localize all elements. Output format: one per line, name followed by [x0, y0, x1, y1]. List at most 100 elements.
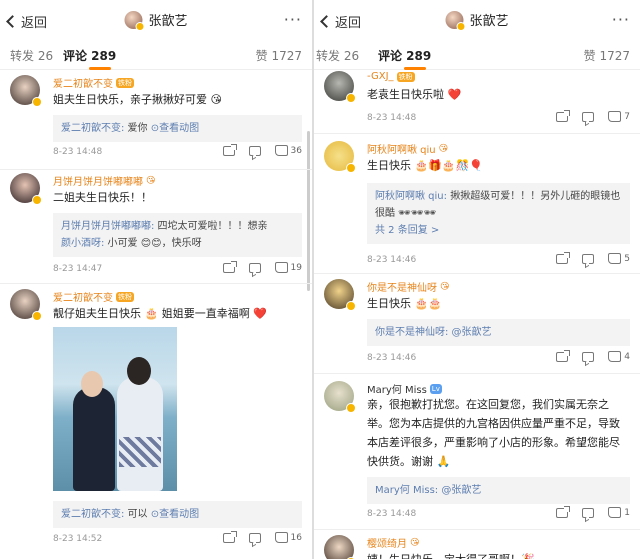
- comment-icon[interactable]: [248, 532, 261, 543]
- share-icon[interactable]: [556, 251, 571, 264]
- comment-list[interactable]: -GXJ_ 铁粉 老袁生日快乐啦 ❤️ 8-23 14:48 7 阿秋阿啊啾 qi…: [314, 71, 640, 559]
- comment-time: 8-23 14:48: [367, 509, 417, 519]
- reply-box[interactable]: 阿秋阿啊啾 qiu: 揪揪超级可爱！！！另外儿砸的眼镜也很酷 🕶🕶🕶 共 2 条…: [367, 183, 630, 244]
- reply-box[interactable]: 月饼月饼月饼嘟嘟嘟: 四坨太可爱啦！！！想亲 颜小酒呀: 小可爱 😊😊，快乐呀: [53, 213, 302, 257]
- emoji-badge: 😘: [440, 281, 450, 292]
- back-button[interactable]: 返回: [6, 12, 47, 31]
- comment-photo[interactable]: [53, 327, 177, 491]
- tab-comment[interactable]: 评论 289: [378, 47, 431, 70]
- back-button[interactable]: 返回: [320, 12, 361, 31]
- share-icon[interactable]: [222, 530, 237, 543]
- comment-text: 亲，很抱歉打扰您。在这回复您，我们实属无奈之举。您为本店提供的九宫格因供应量严重…: [367, 398, 620, 468]
- comment-actions: 19: [222, 260, 302, 273]
- thumb-up-icon: [274, 532, 288, 543]
- reply-box[interactable]: 你是不是神仙呀: @张歆艺: [367, 319, 630, 346]
- share-icon[interactable]: [556, 505, 571, 518]
- comment-actions: 36: [222, 143, 302, 156]
- comment-author[interactable]: 樱颂绮月 😘: [367, 535, 419, 551]
- comment-text: 老袁生日快乐啦 ❤️: [367, 88, 462, 101]
- view-gif-link[interactable]: ⊙查看动图: [151, 123, 199, 134]
- comment-time: 8-23 14:52: [53, 534, 103, 544]
- thumb-up-icon: [608, 253, 622, 264]
- tab-bar: 转发 26 评论 289 赞 1727: [0, 42, 312, 70]
- view-gif-link[interactable]: ⊙查看动图: [151, 509, 199, 520]
- post-author[interactable]: 张歆艺: [445, 10, 509, 31]
- share-icon[interactable]: [222, 143, 237, 156]
- tab-comment[interactable]: 评论 289: [63, 47, 116, 70]
- avatar[interactable]: [324, 141, 356, 173]
- comment-actions: 1: [556, 505, 630, 518]
- verified-icon: [346, 163, 356, 173]
- avatar[interactable]: [10, 75, 42, 107]
- comment-icon[interactable]: [582, 253, 595, 264]
- tab-like[interactable]: 赞 1727: [256, 47, 302, 64]
- comment-author[interactable]: 爱二初歆不变 铁粉: [53, 289, 134, 304]
- like-button[interactable]: 4: [608, 351, 630, 362]
- divider: [314, 373, 640, 374]
- post-author[interactable]: 张歆艺: [124, 10, 188, 31]
- like-button[interactable]: 1: [608, 507, 630, 518]
- comment-author[interactable]: Mary何 Miss Lv: [367, 381, 442, 396]
- more-replies-link[interactable]: 共 2 条回复 >: [375, 222, 622, 239]
- comment-text: 生日快乐 🎂🎁🎂🎊🎈: [367, 159, 483, 172]
- share-icon[interactable]: [556, 349, 571, 362]
- thumb-up-icon: [608, 351, 622, 362]
- chevron-left-icon: [320, 15, 333, 28]
- share-icon[interactable]: [222, 260, 237, 273]
- right-screen: 返回 张歆艺 ··· 转发 26 评论 289 赞 1727 -GXJ_ 铁粉 老…: [314, 0, 640, 559]
- comment-author[interactable]: -GXJ_ 铁粉: [367, 71, 415, 82]
- comment-item: 阿秋阿啊啾 qiu 😘 生日快乐 🎂🎁🎂🎊🎈 阿秋阿啊啾 qiu: 揪揪超级可爱！…: [314, 137, 640, 273]
- active-tab-indicator: [89, 67, 111, 70]
- comment-actions: 7: [556, 109, 630, 122]
- avatar[interactable]: [10, 173, 42, 205]
- more-icon[interactable]: ···: [612, 10, 630, 29]
- like-button[interactable]: 5: [608, 253, 630, 264]
- more-icon[interactable]: ···: [284, 10, 302, 29]
- comment-actions: 4: [556, 349, 630, 362]
- reply-box[interactable]: Mary何 Miss: @张歆艺: [367, 477, 630, 504]
- avatar[interactable]: [324, 381, 356, 413]
- reply-box[interactable]: 爱二初歆不变: 爱你 ⊙查看动图: [53, 115, 302, 142]
- comment-icon[interactable]: [582, 507, 595, 518]
- verified-icon: [346, 93, 356, 103]
- comment-author[interactable]: 你是不是神仙呀 😘: [367, 279, 450, 295]
- comment-icon[interactable]: [582, 111, 595, 122]
- comment-item: -GXJ_ 铁粉 老袁生日快乐啦 ❤️ 8-23 14:48 7: [314, 71, 640, 133]
- tab-repost[interactable]: 转发 26: [316, 47, 359, 64]
- tab-repost[interactable]: 转发 26: [10, 47, 53, 64]
- comment-list[interactable]: 爱二初歆不变 铁粉 姐夫生日快乐，亲子揪揪好可爱 😘 爱二初歆不变: 爱你 ⊙查看…: [0, 71, 312, 559]
- comment-author[interactable]: 阿秋阿啊啾 qiu 😘: [367, 141, 448, 157]
- comment-item: 爱二初歆不变 铁粉 姐夫生日快乐，亲子揪揪好可爱 😘 爱二初歆不变: 爱你 ⊙查看…: [0, 71, 312, 169]
- comment-text: 生日快乐 🎂🎂: [367, 297, 442, 310]
- level-badge: Lv: [429, 383, 442, 394]
- avatar[interactable]: [324, 535, 356, 559]
- divider: [0, 169, 312, 170]
- comment-icon[interactable]: [582, 351, 595, 362]
- top-bar: 返回 张歆艺 ···: [314, 0, 640, 42]
- thumb-up-icon: [274, 145, 288, 156]
- comment-item: 你是不是神仙呀 😘 生日快乐 🎂🎂 你是不是神仙呀: @张歆艺 8-23 14:4…: [314, 277, 640, 373]
- comment-icon[interactable]: [248, 145, 261, 156]
- tab-like[interactable]: 赞 1727: [584, 47, 630, 64]
- comment-icon[interactable]: [248, 262, 261, 273]
- share-icon[interactable]: [556, 109, 571, 122]
- like-button[interactable]: 36: [274, 145, 302, 156]
- like-button[interactable]: 16: [274, 532, 302, 543]
- thumb-up-icon: [274, 262, 288, 273]
- reply-box[interactable]: 爱二初歆不变: 可以 ⊙查看动图: [53, 501, 302, 528]
- comment-text: 二姐夫生日快乐！！: [53, 191, 152, 204]
- thumb-up-icon: [608, 111, 622, 122]
- verified-icon: [32, 195, 42, 205]
- like-button[interactable]: 7: [608, 111, 630, 122]
- avatar[interactable]: [324, 71, 356, 103]
- comment-author[interactable]: 爱二初歆不变 铁粉: [53, 75, 134, 90]
- fan-badge: 铁粉: [116, 291, 134, 302]
- avatar[interactable]: [324, 279, 356, 311]
- divider: [314, 273, 640, 274]
- like-button[interactable]: 19: [274, 262, 302, 273]
- comment-author[interactable]: 月饼月饼月饼嘟嘟嘟 😘: [53, 173, 155, 189]
- verified-icon: [32, 311, 42, 321]
- avatar[interactable]: [10, 289, 42, 321]
- comment-text: 姨！生日快乐，宝大得了哥啊！🎉: [367, 549, 628, 559]
- comment-item: 樱颂绮月😘 姨！生日快乐，宝大得了哥啊！🎉: [314, 533, 640, 559]
